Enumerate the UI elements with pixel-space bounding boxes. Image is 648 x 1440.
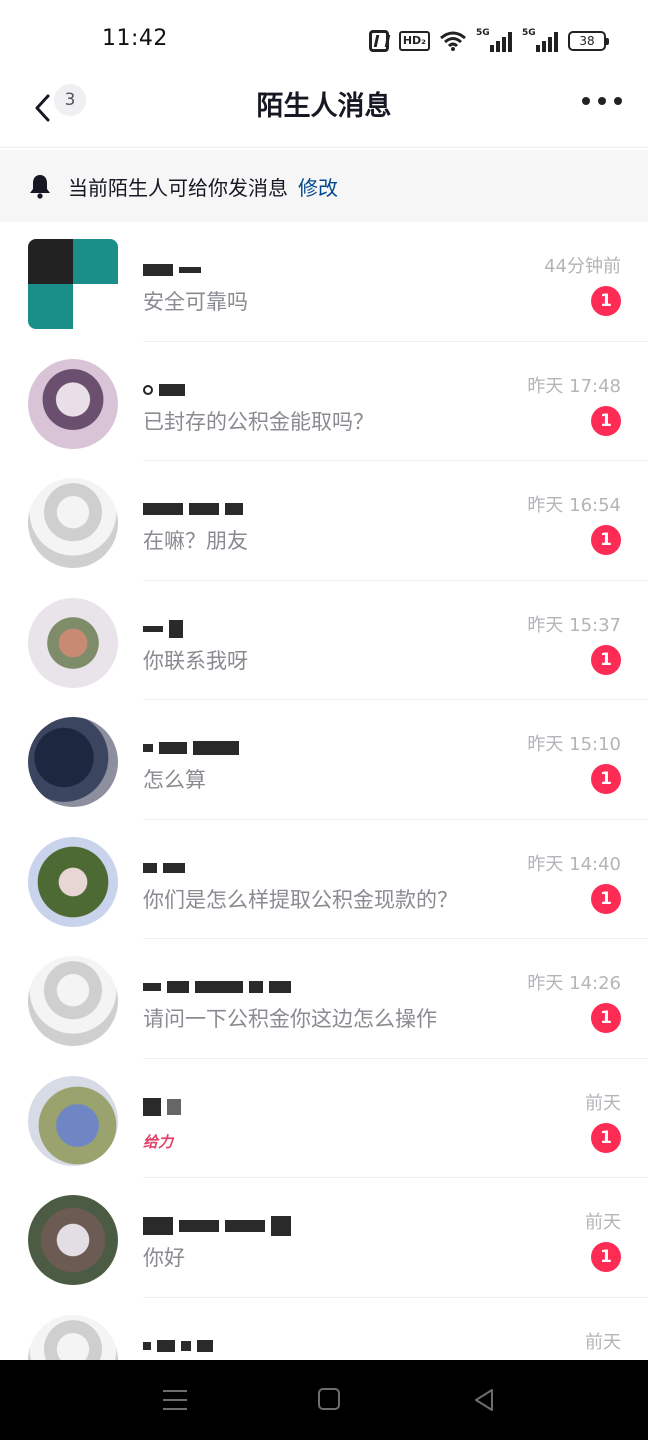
message-time: 昨天 17:48 [527,375,621,397]
sender-name-redacted [143,260,201,280]
page-title: 陌生人消息 [256,91,392,122]
unread-badge: 1 [591,1122,621,1153]
list-item[interactable]: 昨天 15:10 怎么算 1 [0,700,648,820]
list-item[interactable]: 昨天 15:37 你联系我呀 1 [0,581,648,700]
recent-apps-icon[interactable] [163,1390,187,1410]
unread-badge: 1 [591,405,621,436]
modify-link[interactable]: 修改 [298,172,338,201]
sender-name-redacted [143,977,291,997]
avatar[interactable] [28,1314,118,1360]
message-time: 前天 [585,1212,621,1233]
sender-name-redacted [143,619,183,639]
sender-name-redacted [143,858,185,878]
message-time: 昨天 16:54 [527,495,621,516]
message-time: 44分钟前 [544,256,621,277]
cellular-signal-1-icon: 5G [476,28,512,52]
list-item[interactable]: 昨天 17:48 已封存的公积金能取吗？ 1 [0,342,648,461]
wifi-icon [440,31,466,51]
message-preview: 你们是怎么样提取公积金现款的？ [143,887,458,912]
battery-icon: 38 [568,31,609,51]
gift-sticker-text: 给力 [143,1132,174,1151]
nfc-icon [368,30,389,52]
message-time: 昨天 15:10 [527,734,621,755]
message-time: 昨天 14:40 [527,853,621,875]
list-item[interactable]: 昨天 14:26 请问一下公积金你这边怎么操作 1 [0,939,648,1059]
avatar[interactable] [28,1075,118,1166]
avatar[interactable] [28,478,118,568]
cellular-signal-2-icon: 5G [522,28,558,52]
avatar[interactable] [28,717,118,807]
back-triangle-icon[interactable] [472,1388,496,1412]
avatar[interactable] [28,239,118,329]
stranger-message-list: 44分钟前 安全可靠吗 1 昨天 17:48 已封存的公积金能取吗？ 1 昨天 … [0,222,648,1360]
more-options-icon[interactable] [582,96,622,106]
message-preview: 怎么算 [143,768,206,792]
status-time: 11:42 [102,26,168,51]
sender-name-redacted [143,380,185,400]
avatar[interactable] [28,956,118,1046]
unread-badge: 1 [591,883,621,914]
network-type-2: 5G [522,28,536,38]
avatar[interactable] [28,358,118,449]
list-item[interactable]: 昨天 16:54 在嘛？朋友 1 [0,461,648,581]
list-item[interactable]: 前天 你好 1 [0,1178,648,1298]
header: 3 陌生人消息 [0,70,648,148]
avatar[interactable] [28,1195,118,1285]
list-item[interactable]: 前天 给力 1 [0,1059,648,1178]
message-preview: 已封存的公积金能取吗？ [143,409,374,434]
hd-voice-icon: HD₂ [398,31,430,51]
unread-badge: 1 [591,286,621,316]
list-item[interactable]: 44分钟前 安全可靠吗 1 [0,222,648,342]
avatar[interactable] [28,597,118,688]
sender-name-redacted [143,1336,213,1356]
privacy-notice: 当前陌生人可给你发消息 修改 [0,150,648,222]
network-type-1: 5G [476,28,490,38]
bell-icon [30,175,50,199]
home-icon[interactable] [318,1388,340,1410]
message-preview: 你联系我呀 [143,648,248,673]
sender-name-redacted [143,499,243,519]
message-preview: 安全可靠吗 [143,290,248,314]
list-item[interactable]: 昨天 14:40 你们是怎么样提取公积金现款的？ 1 [0,820,648,939]
list-item[interactable]: 前天 [0,1298,648,1360]
battery-level: 38 [579,34,595,48]
status-bar: 11:42 HD₂ 5G 5G 38 [0,0,648,70]
system-navigation-bar [0,1360,648,1440]
message-time: 前天 [585,1331,621,1353]
sender-name-redacted [143,738,239,758]
message-time: 前天 [585,1092,621,1114]
unread-badge: 1 [591,1003,621,1033]
message-preview: 请问一下公积金你这边怎么操作 [143,1007,437,1031]
message-time: 昨天 14:26 [527,973,621,994]
unread-badge: 1 [591,525,621,555]
unread-badge: 1 [591,644,621,675]
notice-text: 当前陌生人可给你发消息 [68,175,288,200]
sender-name-redacted [143,1216,291,1236]
avatar[interactable] [28,836,118,927]
unread-badge: 1 [591,764,621,794]
sender-name-redacted [143,1097,181,1117]
status-icons: HD₂ 5G 5G 38 [368,28,609,54]
message-preview: 在嘛？朋友 [143,529,248,553]
message-time: 昨天 15:37 [527,614,621,636]
message-preview: 你好 [143,1246,185,1270]
unread-badge: 1 [591,1242,621,1272]
